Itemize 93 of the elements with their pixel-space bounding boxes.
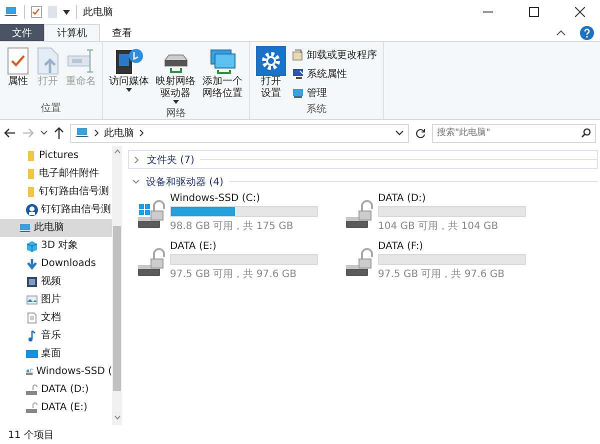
ribbon-button[interactable]: 访问媒体 xyxy=(107,44,151,106)
scrollbar-thumb[interactable] xyxy=(113,226,121,391)
document-icon xyxy=(26,312,38,324)
computer-icon[interactable] xyxy=(4,6,18,18)
group-label: 位置 xyxy=(41,102,61,116)
free-space-text: 97.5 GB 可用，共 97.6 GB xyxy=(170,268,298,281)
search-icon xyxy=(581,128,591,138)
ribbon-button[interactable]: 系统属性 xyxy=(290,65,379,83)
drive-name[interactable]: DATA (D:) xyxy=(378,193,526,204)
drive-icon xyxy=(344,197,374,229)
dropdown-icon[interactable] xyxy=(395,130,404,136)
media-server-icon xyxy=(114,46,144,76)
drive-icon xyxy=(26,384,38,396)
collapse-ribbon-icon[interactable] xyxy=(556,30,566,36)
back-button[interactable] xyxy=(4,128,16,138)
group-label: 系统 xyxy=(306,102,326,117)
app-icon xyxy=(26,204,38,216)
system-properties-icon xyxy=(292,68,304,80)
nav-item[interactable]: 图片 xyxy=(0,291,112,309)
computer-icon xyxy=(19,222,31,234)
recent-locations-button[interactable] xyxy=(40,130,48,136)
chevron-icon xyxy=(94,129,99,137)
computer-icon xyxy=(75,127,89,139)
window-title: 此电脑 xyxy=(83,6,113,19)
cube-icon xyxy=(26,240,38,252)
refresh-button[interactable] xyxy=(415,128,426,138)
checklist-icon[interactable] xyxy=(31,6,42,18)
scroll-down-icon[interactable] xyxy=(114,415,120,422)
drive-icon xyxy=(344,245,374,277)
maximize-icon xyxy=(529,7,539,17)
folder-icon xyxy=(26,150,36,162)
ribbon-tab[interactable]: 文件 xyxy=(0,24,44,41)
ribbon-button[interactable]: 打开设置 xyxy=(254,44,288,102)
free-space-text: 104 GB 可用，共 104 GB xyxy=(378,220,500,233)
breadcrumb-item[interactable]: 此电脑 xyxy=(104,126,134,140)
settings-icon xyxy=(256,46,286,76)
up-button[interactable] xyxy=(54,127,64,139)
ribbon-button[interactable]: 映射网络驱动器 xyxy=(153,44,198,106)
minimize-icon xyxy=(483,11,493,13)
item-count: 11 个项目 xyxy=(8,428,54,442)
video-icon xyxy=(26,276,38,288)
address-field[interactable]: 此电脑 xyxy=(70,124,409,142)
nav-item[interactable]: 文档 xyxy=(0,309,112,327)
close-icon xyxy=(575,7,585,17)
nav-item[interactable]: 电子邮件附件 xyxy=(0,165,112,183)
ribbon-button[interactable]: 属性 xyxy=(4,44,32,101)
folder-icon xyxy=(26,186,36,198)
drive-name[interactable]: DATA (F:) xyxy=(378,241,526,252)
free-space-text: 98.8 GB 可用，共 175 GB xyxy=(170,220,294,233)
scrollbar[interactable] xyxy=(112,146,122,425)
ribbon-tab[interactable]: 计算机 xyxy=(44,24,100,41)
nav-item[interactable]: 钉钉路由信号测 xyxy=(0,183,112,201)
nav-item[interactable]: DATA (E:) xyxy=(0,399,112,417)
drive-name[interactable]: DATA (E:) xyxy=(170,241,318,252)
folder-icon xyxy=(26,168,36,180)
drive-icon xyxy=(26,366,34,378)
ribbon-button[interactable]: 添加一个网络位置 xyxy=(200,44,245,106)
chevron-icon xyxy=(139,129,144,137)
ribbon-button[interactable]: 管理 xyxy=(290,84,379,102)
system-drive-icon xyxy=(136,197,166,229)
group-header[interactable]: 设备和驱动器 (4) xyxy=(128,172,598,191)
music-note-icon xyxy=(26,330,38,342)
nav-item[interactable]: Windows-SSD ( xyxy=(0,363,112,381)
picture-icon xyxy=(26,294,38,306)
uninstall-icon xyxy=(292,49,304,61)
ribbon-button[interactable]: 卸载或更改程序 xyxy=(290,46,379,64)
nav-item[interactable]: Pictures xyxy=(0,147,112,165)
chevron-down-icon xyxy=(132,178,140,186)
drive-name[interactable]: Windows-SSD (C:) xyxy=(170,193,318,204)
properties-icon xyxy=(6,46,30,76)
drive-icon xyxy=(136,245,166,277)
nav-item[interactable]: 此电脑 xyxy=(0,219,112,237)
search-field[interactable]: 搜索"此电脑" xyxy=(432,124,596,142)
download-arrow-icon xyxy=(26,258,38,270)
nav-item[interactable]: 钉钉路由信号测 xyxy=(0,201,112,219)
group-label: 网络 xyxy=(166,107,186,121)
chevron-right-icon xyxy=(133,156,141,164)
free-space-text: 97.5 GB 可用，共 97.6 GB xyxy=(378,268,506,281)
help-icon[interactable] xyxy=(580,26,594,40)
open-icon xyxy=(36,46,60,76)
nav-item[interactable]: 桌面 xyxy=(0,345,112,363)
group-header[interactable]: 文件夹 (7) xyxy=(128,150,598,169)
nav-item[interactable]: 音乐 xyxy=(0,327,112,345)
nav-item[interactable]: 3D 对象 xyxy=(0,237,112,255)
nav-item[interactable]: Downloads xyxy=(0,255,112,273)
desktop-icon xyxy=(26,348,38,360)
drive-icon xyxy=(26,402,38,414)
scroll-up-icon[interactable] xyxy=(114,149,120,156)
nav-item[interactable]: DATA (D:) xyxy=(0,381,112,399)
computer-management-icon xyxy=(292,87,304,99)
nav-item[interactable]: 视频 xyxy=(0,273,112,291)
dropdown-icon[interactable] xyxy=(63,10,70,14)
ribbon-tab[interactable]: 查看 xyxy=(100,24,144,41)
